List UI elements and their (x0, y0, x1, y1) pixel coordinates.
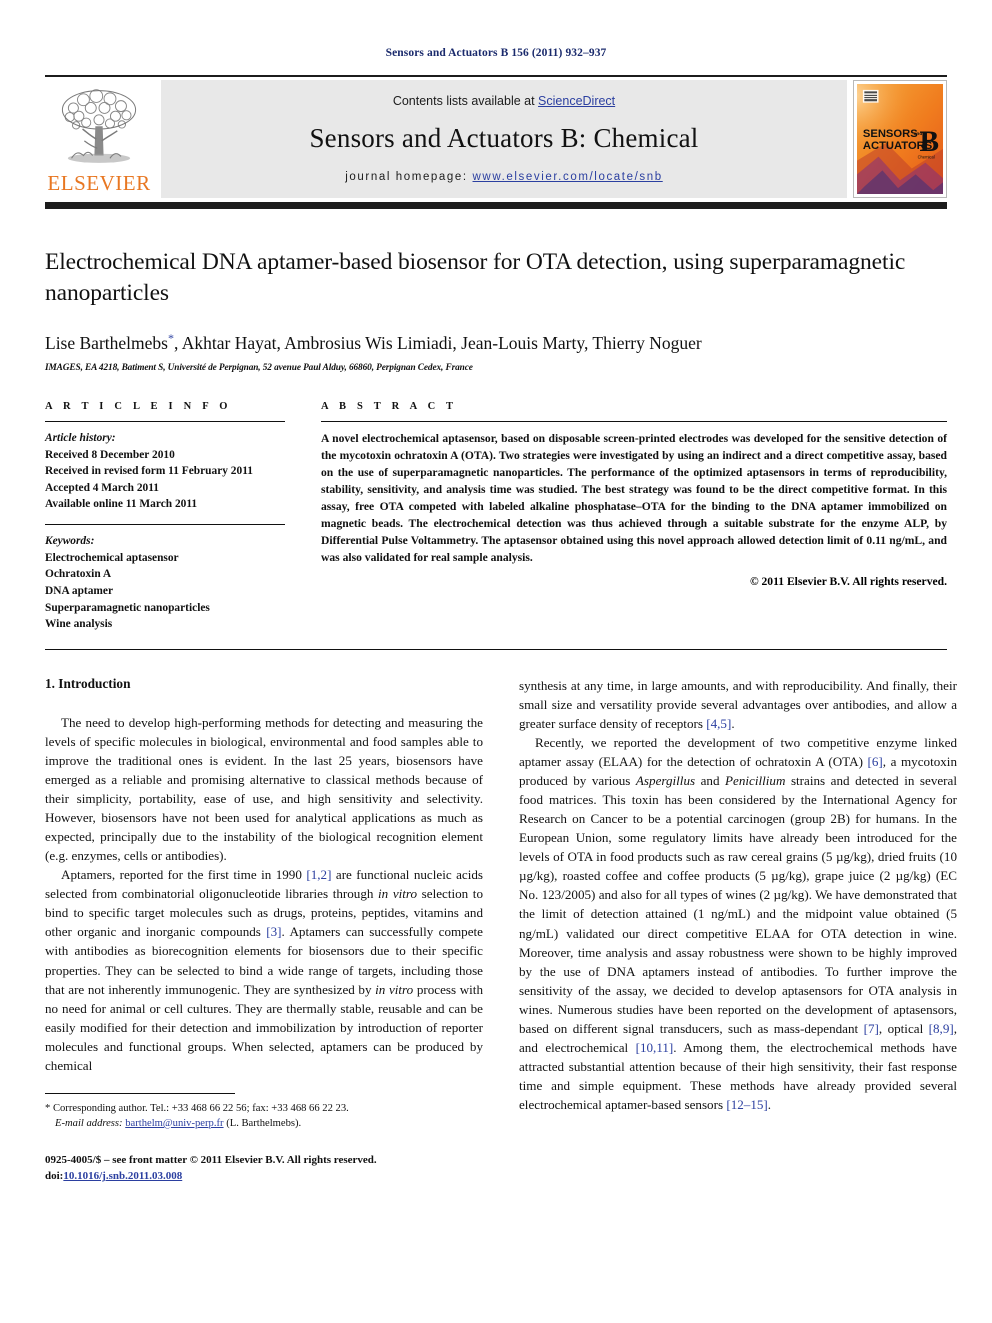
abstract-text: A novel electrochemical aptasensor, base… (321, 431, 947, 565)
citation-ref[interactable]: [4,5] (706, 716, 731, 731)
italic-term: Aspergillus (635, 773, 696, 789)
text-run: , optical (878, 1020, 929, 1036)
history-online: Available online 11 March 2011 (45, 498, 198, 511)
svg-text:SENSORS: SENSORS (863, 128, 918, 140)
citation-ref[interactable]: [12–15] (726, 1097, 767, 1112)
section-heading-introduction: 1. Introduction (45, 675, 131, 691)
authors-rest: , Akhtar Hayat, Ambrosius Wis Limiadi, J… (173, 332, 702, 353)
keyword-item: Electrochemical aptasensor (45, 551, 179, 564)
page-title: Electrochemical DNA aptamer-based biosen… (45, 249, 906, 307)
masthead-bottom-rule (45, 202, 947, 209)
footnote-rule (45, 1092, 235, 1094)
cover-graphic: SENSORS and ACTUATORS B Chemical (857, 84, 943, 194)
elsevier-logo: ELSEVIER (45, 80, 153, 198)
body-column-left: 1. Introduction The need to develop high… (45, 676, 483, 1185)
text-run: . (767, 1096, 772, 1112)
italic-term: in vitro (378, 886, 418, 902)
body-column-right: synthesis at any time, in large amounts,… (519, 676, 957, 1185)
journal-homepage-line: journal homepage: www.elsevier.com/locat… (345, 171, 662, 183)
citation-ref[interactable]: [10,11] (636, 1040, 674, 1055)
contents-list-line: Contents lists available at ScienceDirec… (393, 94, 615, 108)
article-history-label: Article history: (45, 431, 116, 444)
keyword-item: DNA aptamer (45, 584, 114, 597)
text-run: strains and detected in several food mat… (519, 773, 957, 1036)
journal-homepage-link[interactable]: www.elsevier.com/locate/snb (473, 171, 663, 183)
history-revised: Received in revised form 11 February 201… (45, 465, 253, 478)
paragraph: The need to develop high-performing meth… (45, 714, 483, 864)
paragraph: synthesis at any time, in large amounts,… (519, 676, 957, 733)
affiliation: IMAGES, EA 4218, Batiment S, Université … (45, 362, 473, 373)
abstract-column: A B S T R A C T A novel electrochemical … (321, 401, 947, 633)
keyword-item: Wine analysis (45, 618, 113, 631)
abstract-rule (321, 420, 947, 422)
italic-term: in vitro (375, 981, 414, 997)
article-info-heading: A R T I C L E I N F O (45, 400, 232, 412)
email-label: E-mail address: (55, 1117, 123, 1129)
doi-line: doi:10.1016/j.snb.2011.03.008 (45, 1168, 483, 1185)
author-first: Lise Barthelmebs (45, 332, 168, 353)
keywords-rule (45, 524, 285, 526)
footnote-block: * Corresponding author. Tel.: +33 468 66… (45, 1092, 483, 1185)
abstract-copyright: © 2011 Elsevier B.V. All rights reserved… (749, 575, 947, 589)
sciencedirect-link[interactable]: ScienceDirect (538, 94, 615, 108)
keyword-item: Ochratoxin A (45, 568, 112, 581)
text-run: synthesis at any time, in large amounts,… (519, 677, 957, 731)
email-link[interactable]: barthelm@univ-perp.fr (125, 1118, 223, 1129)
citation-ref[interactable]: [6] (868, 754, 883, 769)
email-owner: (L. Barthelmebs). (223, 1117, 302, 1129)
info-abstract-block: A R T I C L E I N F O Article history: R… (45, 401, 947, 633)
journal-title: Sensors and Actuators B: Chemical (309, 122, 699, 153)
text-run: . (731, 716, 735, 731)
cover-artwork: SENSORS and ACTUATORS B Chemical (857, 84, 943, 194)
corresponding-author-note: * Corresponding author. Tel.: +33 468 66… (45, 1102, 349, 1114)
article-page: Sensors and Actuators B 156 (2011) 932–9… (0, 0, 992, 1323)
imprint-block: 0925-4005/$ – see front matter © 2011 El… (45, 1152, 483, 1185)
info-rule (45, 420, 285, 422)
journal-cover-thumbnail: SENSORS and ACTUATORS B Chemical (853, 80, 947, 198)
journal-banner: Contents lists available at ScienceDirec… (161, 80, 847, 198)
citation-ref[interactable]: [1,2] (306, 867, 331, 882)
paragraph: Recently, we reported the development of… (519, 733, 957, 1114)
keyword-item: Superparamagnetic nanoparticles (45, 601, 210, 614)
elsevier-tree-icon (61, 89, 137, 163)
masthead-top-rule (45, 75, 947, 77)
elsevier-wordmark: ELSEVIER (47, 171, 151, 195)
italic-term: Penicillium (725, 773, 786, 789)
doi-label: doi: (45, 1170, 64, 1183)
body-separator-rule (45, 648, 947, 650)
homepage-label: journal homepage: (345, 170, 468, 183)
author-list: Lise Barthelmebs*, Akhtar Hayat, Ambrosi… (45, 331, 947, 354)
svg-text:Chemical: Chemical (918, 155, 935, 160)
running-head: Sensors and Actuators B 156 (2011) 932–9… (385, 47, 607, 59)
citation-ref[interactable]: [3] (266, 924, 281, 939)
journal-masthead: ELSEVIER Contents lists available at Sci… (45, 75, 947, 209)
article-body: 1. Introduction The need to develop high… (45, 676, 957, 1185)
title-block: Electrochemical DNA aptamer-based biosen… (45, 247, 947, 373)
citation-ref[interactable]: [7] (864, 1021, 879, 1036)
keywords-label: Keywords: (45, 535, 95, 548)
issn-copyright-line: 0925-4005/$ – see front matter © 2011 El… (45, 1153, 377, 1166)
contents-prefix: Contents lists available at (392, 93, 539, 108)
history-received: Received 8 December 2010 (45, 448, 175, 461)
history-accepted: Accepted 4 March 2011 (45, 481, 159, 494)
email-note: E-mail address: barthelm@univ-perp.fr (L… (45, 1116, 483, 1131)
paragraph: Aptamers, reported for the first time in… (45, 865, 483, 1075)
article-info-column: A R T I C L E I N F O Article history: R… (45, 401, 285, 633)
doi-link[interactable]: 10.1016/j.snb.2011.03.008 (63, 1170, 182, 1182)
svg-text:B: B (920, 126, 940, 158)
text-run: Aptamers, reported for the first time in… (61, 867, 307, 883)
text-run: and (695, 773, 726, 789)
abstract-heading: A B S T R A C T (321, 400, 458, 412)
citation-ref[interactable]: [8,9] (929, 1021, 954, 1036)
